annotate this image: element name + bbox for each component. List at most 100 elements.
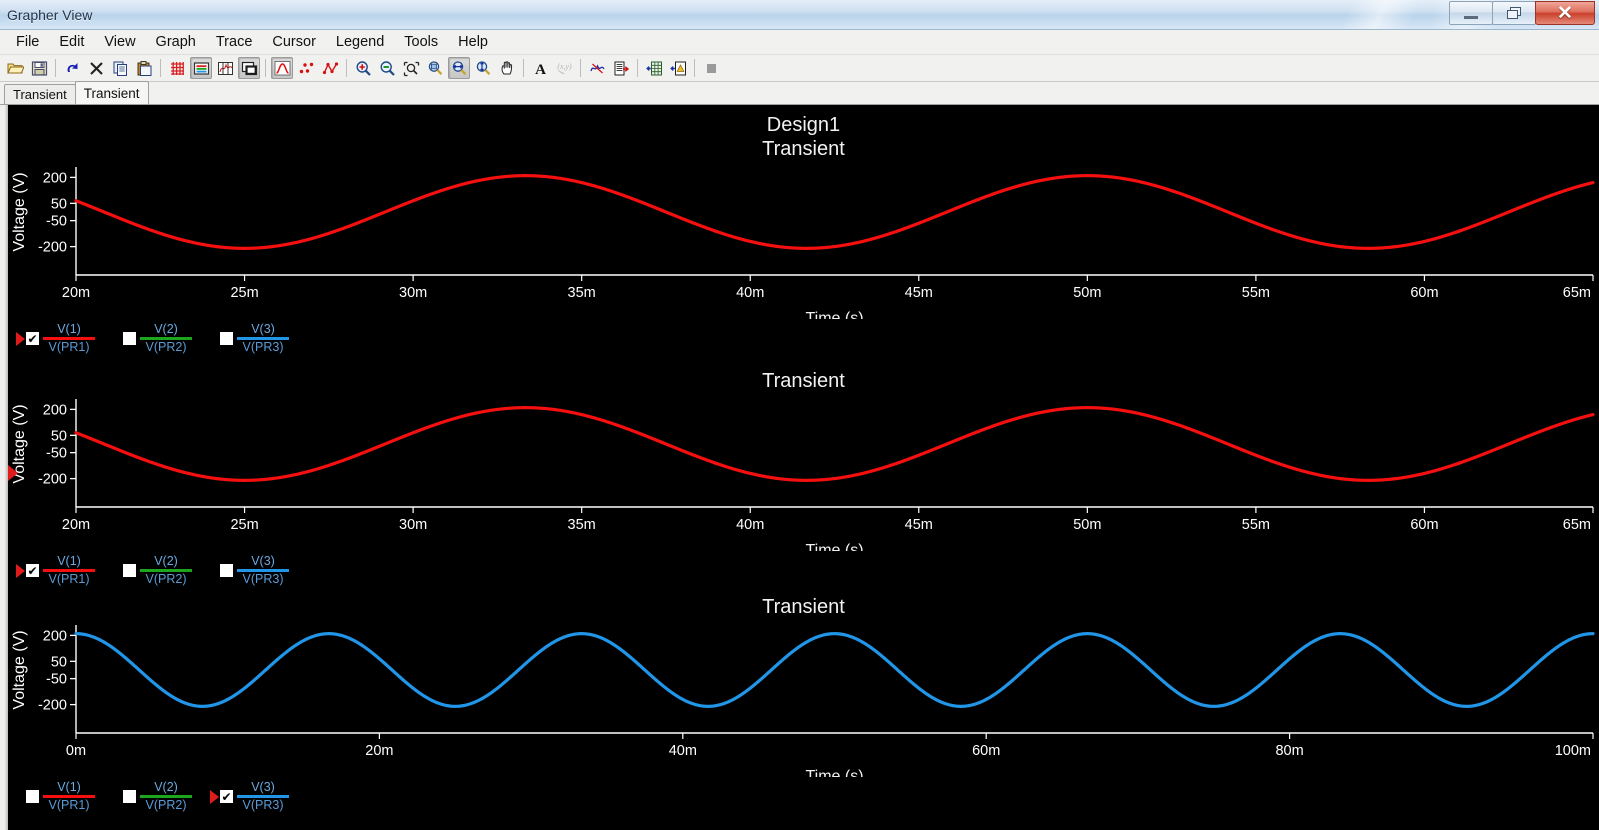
stop-icon[interactable] <box>700 57 722 79</box>
cursors-icon[interactable] <box>214 57 236 79</box>
y-tick-label: 50 <box>51 654 67 670</box>
legend-checkbox-v(pr3)[interactable]: ✔ <box>220 790 233 803</box>
legend-entry-v(pr3)[interactable]: V(3)V(PR3) <box>210 323 289 354</box>
toolbar: A (x,y) <box>0 55 1599 82</box>
menu-item-cursor[interactable]: Cursor <box>262 31 326 53</box>
undo-icon[interactable] <box>61 57 83 79</box>
zoom-fit-icon[interactable] <box>424 57 446 79</box>
menu-item-file[interactable]: File <box>6 31 49 53</box>
toolbar-separator <box>637 59 638 77</box>
y-tick-label: 50 <box>51 428 67 444</box>
legend-labels: V(2)V(PR2) <box>140 323 192 354</box>
plot-canvas[interactable]: 20050-50-200Voltage (V)20m25m30m35m40m45… <box>8 393 1599 551</box>
graph-legend: ✔V(1)V(PR1) V(2)V(PR2) V(3)V(PR3) <box>8 323 1599 354</box>
coordinates-icon[interactable]: (x,y) <box>553 57 575 79</box>
graph-title-main: Transient <box>762 596 845 618</box>
line-marker-plot-icon[interactable] <box>319 57 341 79</box>
export-labview-icon[interactable] <box>667 57 689 79</box>
copy-icon[interactable] <box>109 57 131 79</box>
open-icon[interactable] <box>4 57 26 79</box>
delete-icon[interactable] <box>85 57 107 79</box>
graph-1: Design1Transient20050-50-200Voltage (V)2… <box>8 105 1599 354</box>
legend-labels: V(3)V(PR3) <box>237 323 289 354</box>
plot-canvas[interactable]: 20050-50-200Voltage (V)0m20m40m60m80m100… <box>8 619 1599 777</box>
legend-checkbox-v(pr2)[interactable] <box>123 332 136 345</box>
graph-2: Transient20050-50-200Voltage (V)20m25m30… <box>8 363 1599 586</box>
zoom-in-icon[interactable] <box>352 57 374 79</box>
x-tick-label: 55m <box>1242 285 1270 301</box>
menu-item-graph[interactable]: Graph <box>146 31 206 53</box>
legend-color-swatch <box>140 337 192 340</box>
legend-checkbox-v(pr1)[interactable]: ✔ <box>26 332 39 345</box>
zoom-horizontal-icon[interactable] <box>448 57 470 79</box>
legend-entry-v(pr2)[interactable]: V(2)V(PR2) <box>113 323 192 354</box>
minimize-button[interactable] <box>1449 1 1493 25</box>
y-tick-label: -200 <box>38 472 67 488</box>
menu-item-legend[interactable]: Legend <box>326 31 394 53</box>
save-icon[interactable] <box>28 57 50 79</box>
zoom-out-icon[interactable] <box>376 57 398 79</box>
legend-entry-v(pr3)[interactable]: ✔V(3)V(PR3) <box>210 781 289 812</box>
restore-button[interactable] <box>1492 1 1536 25</box>
legend-label-bottom: V(PR1) <box>49 573 90 586</box>
plot-canvas[interactable]: 20050-50-200Voltage (V)20m25m30m35m40m45… <box>8 161 1599 319</box>
reverse-trace-icon[interactable] <box>586 57 608 79</box>
legend-label-top: V(2) <box>154 323 178 336</box>
text-icon[interactable]: A <box>529 57 551 79</box>
graph-title: Transient <box>8 363 1599 393</box>
y-tick-label: -50 <box>46 446 67 462</box>
page-properties-icon[interactable] <box>238 57 260 79</box>
legend-entry-v(pr1)[interactable]: ✔ V(1)V(PR1) <box>16 555 95 586</box>
y-axis-label: Voltage (V) <box>11 172 28 251</box>
legend-entry-v(pr2)[interactable]: V(2)V(PR2) <box>113 781 192 812</box>
toolbar-separator <box>523 59 524 77</box>
tab-transient-1[interactable]: Transient <box>4 84 76 104</box>
x-tick-label: 40m <box>736 285 764 301</box>
scatter-plot-icon[interactable] <box>295 57 317 79</box>
menu-item-trace[interactable]: Trace <box>206 31 263 53</box>
x-axis-label: Time (s) <box>805 310 863 319</box>
legend-labels: V(1)V(PR1) <box>43 555 95 586</box>
legend-entry-v(pr2)[interactable]: V(2)V(PR2) <box>113 555 192 586</box>
export-trace-icon[interactable] <box>610 57 632 79</box>
x-tick-label: 25m <box>230 285 258 301</box>
x-tick-label: 20m <box>365 743 393 759</box>
legend-label-bottom: V(PR3) <box>243 573 284 586</box>
export-excel-icon[interactable] <box>643 57 665 79</box>
legend-checkbox-v(pr3)[interactable] <box>220 332 233 345</box>
legend-checkbox-v(pr1)[interactable] <box>26 790 39 803</box>
pan-icon[interactable] <box>496 57 518 79</box>
menu-bar: FileEditViewGraphTraceCursorLegendToolsH… <box>0 30 1599 55</box>
legend-entry-v(pr3)[interactable]: V(3) V(PR3) <box>210 555 289 586</box>
legend-icon[interactable] <box>190 57 212 79</box>
menu-item-view[interactable]: View <box>94 31 145 53</box>
legend-checkbox-v(pr2)[interactable] <box>123 564 136 577</box>
zoom-vertical-icon[interactable] <box>472 57 494 79</box>
zoom-region-icon[interactable] <box>400 57 422 79</box>
x-tick-label: 60m <box>972 743 1000 759</box>
menu-item-edit[interactable]: Edit <box>49 31 94 53</box>
selected-trace-arrow-icon <box>16 564 25 578</box>
legend-checkbox-v(pr1)[interactable]: ✔ <box>26 564 39 577</box>
toolbar-separator <box>580 59 581 77</box>
legend-checkbox-v(pr2)[interactable] <box>123 790 136 803</box>
close-icon: ✕ <box>1557 4 1573 23</box>
legend-color-swatch <box>237 795 289 798</box>
legend-label-top: V(1) <box>57 781 81 794</box>
legend-checkbox-v(pr3)[interactable] <box>220 564 233 577</box>
grid-icon[interactable] <box>166 57 188 79</box>
menu-item-help[interactable]: Help <box>448 31 498 53</box>
legend-entry-v(pr1)[interactable]: ✔V(1)V(PR1) <box>16 323 95 354</box>
menu-item-tools[interactable]: Tools <box>394 31 448 53</box>
line-plot-icon[interactable] <box>271 57 293 79</box>
tab-transient-2[interactable]: Transient <box>75 81 149 104</box>
legend-entry-v(pr1)[interactable]: V(1)V(PR1) <box>16 781 95 812</box>
graph-3: Transient20050-50-200Voltage (V)0m20m40m… <box>8 589 1599 812</box>
close-button[interactable]: ✕ <box>1535 1 1595 25</box>
svg-text:A: A <box>535 62 546 77</box>
paste-icon[interactable] <box>133 57 155 79</box>
window-controls: ✕ <box>1450 1 1595 25</box>
y-tick-label: 50 <box>51 196 67 212</box>
x-tick-label: 30m <box>399 517 427 533</box>
legend-label-top: V(3) <box>251 555 275 568</box>
